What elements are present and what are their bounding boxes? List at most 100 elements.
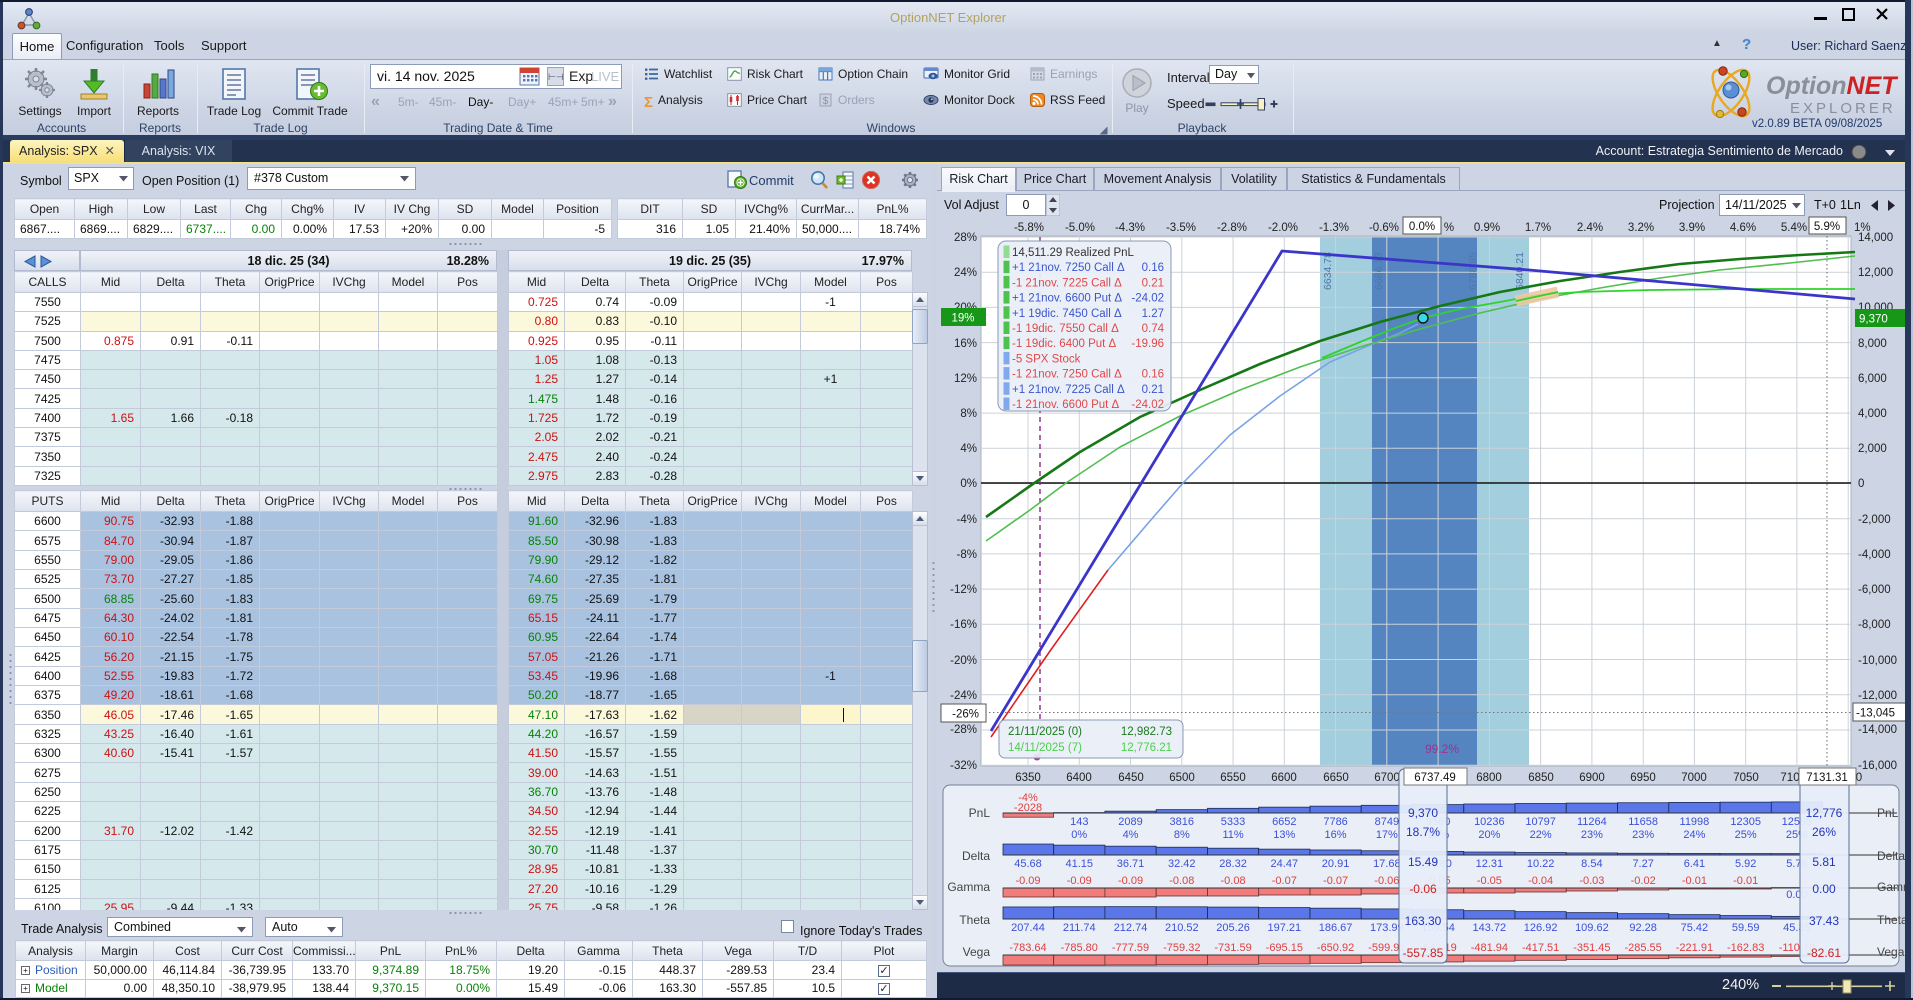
svg-text:205.26: 205.26 [1216, 922, 1250, 934]
svg-text:-2028: -2028 [1014, 802, 1042, 814]
svg-text:5333: 5333 [1221, 816, 1245, 828]
svg-text:5.92: 5.92 [1735, 858, 1756, 870]
svg-text:1.7%: 1.7% [1525, 222, 1551, 234]
svg-text:4%: 4% [960, 443, 977, 455]
svg-text:109.62: 109.62 [1575, 922, 1609, 934]
svg-text:11264: 11264 [1577, 816, 1607, 828]
svg-text:Theta: Theta [1877, 913, 1908, 927]
svg-text:6650: 6650 [1323, 772, 1349, 784]
svg-text:-32%: -32% [950, 760, 977, 772]
svg-text:24%: 24% [954, 267, 977, 279]
svg-text:-19.96: -19.96 [1131, 338, 1164, 350]
svg-text:-20%: -20% [950, 655, 977, 667]
svg-text:19%: 19% [951, 313, 974, 325]
svg-text:0.16: 0.16 [1142, 369, 1164, 381]
svg-text:-13,045: -13,045 [1856, 708, 1895, 720]
svg-text:Gamma: Gamma [947, 880, 990, 894]
svg-text:-6,000: -6,000 [1858, 584, 1891, 596]
svg-text:3.9%: 3.9% [1679, 222, 1705, 234]
svg-text:-0.05: -0.05 [1477, 875, 1502, 887]
svg-text:14/11/2025 (7): 14/11/2025 (7) [1008, 742, 1082, 754]
svg-text:0.21: 0.21 [1142, 277, 1164, 289]
svg-text:-0.09: -0.09 [1118, 875, 1143, 887]
svg-text:13%: 13% [1273, 829, 1295, 841]
svg-text:6550: 6550 [1220, 772, 1246, 784]
svg-text:6634.78: 6634.78 [1322, 252, 1334, 290]
svg-text:17%: 17% [1376, 829, 1398, 841]
svg-text:6500: 6500 [1169, 772, 1195, 784]
svg-text:17.68: 17.68 [1373, 858, 1401, 870]
svg-text:-695.15: -695.15 [1266, 942, 1303, 954]
svg-text:16%: 16% [1325, 829, 1347, 841]
svg-text:20%: 20% [1478, 829, 1500, 841]
svg-text:3.2%: 3.2% [1628, 222, 1654, 234]
svg-text:12305: 12305 [1730, 816, 1761, 828]
svg-text:92.28: 92.28 [1629, 922, 1657, 934]
svg-text:6350: 6350 [1015, 772, 1041, 784]
svg-text:7050: 7050 [1733, 772, 1759, 784]
svg-text:10.22: 10.22 [1527, 858, 1555, 870]
svg-text:2.4%: 2.4% [1577, 222, 1603, 234]
svg-text:-24.02: -24.02 [1131, 293, 1164, 305]
svg-text:-0.07: -0.07 [1323, 875, 1348, 887]
svg-text:36.71: 36.71 [1117, 858, 1145, 870]
svg-text:-12,000: -12,000 [1858, 690, 1897, 702]
svg-text:25%: 25% [1735, 829, 1757, 841]
svg-text:7131.31: 7131.31 [1806, 772, 1848, 784]
svg-text:0.9%: 0.9% [1474, 222, 1500, 234]
svg-text:1.27: 1.27 [1142, 308, 1164, 320]
svg-text:8%: 8% [1174, 829, 1190, 841]
svg-text:0: 0 [1856, 772, 1862, 784]
svg-text:-1.3%: -1.3% [1319, 222, 1349, 234]
svg-text:-28%: -28% [950, 724, 977, 736]
svg-text:5.81: 5.81 [1812, 855, 1836, 869]
svg-text:15.49: 15.49 [1408, 855, 1438, 869]
svg-text:6600: 6600 [1271, 772, 1297, 784]
svg-text:-1 19dic. 6400 Put Δ: -1 19dic. 6400 Put Δ [1012, 338, 1117, 350]
svg-text:10236: 10236 [1474, 816, 1505, 828]
svg-text:-285.55: -285.55 [1624, 942, 1661, 954]
svg-text:186.67: 186.67 [1319, 922, 1353, 934]
svg-text:10797: 10797 [1525, 816, 1556, 828]
svg-text:20.91: 20.91 [1322, 858, 1350, 870]
svg-text:3816: 3816 [1170, 816, 1194, 828]
svg-text:211.74: 211.74 [1063, 922, 1096, 934]
svg-text:-14,000: -14,000 [1858, 724, 1897, 736]
svg-text:-0.09: -0.09 [1067, 875, 1092, 887]
svg-text:12,982.73: 12,982.73 [1121, 726, 1172, 738]
svg-text:-0.03: -0.03 [1579, 875, 1604, 887]
svg-text:6850: 6850 [1528, 772, 1554, 784]
svg-text:-16%: -16% [950, 619, 977, 631]
svg-text:-0.6%: -0.6% [1369, 222, 1399, 234]
svg-text:126.92: 126.92 [1524, 922, 1558, 934]
svg-text:-0.08: -0.08 [1221, 875, 1246, 887]
svg-text:5.4%: 5.4% [1781, 222, 1807, 234]
svg-text:9,370: 9,370 [1859, 314, 1888, 326]
svg-text:14,000: 14,000 [1858, 232, 1893, 244]
svg-text:6950: 6950 [1630, 772, 1656, 784]
svg-text:2089: 2089 [1118, 816, 1142, 828]
svg-text:4%: 4% [1123, 829, 1139, 841]
svg-text:0.16: 0.16 [1142, 262, 1164, 274]
svg-text:0.74: 0.74 [1142, 323, 1165, 335]
svg-text:143.72: 143.72 [1473, 922, 1507, 934]
svg-text:-777.59: -777.59 [1112, 942, 1149, 954]
svg-text:6450: 6450 [1118, 772, 1144, 784]
svg-text:-731.59: -731.59 [1214, 942, 1251, 954]
svg-text:-26%: -26% [952, 709, 979, 721]
svg-text:Delta: Delta [1877, 849, 1905, 863]
svg-text:PnL: PnL [1877, 806, 1899, 820]
svg-text:21/11/2025 (0): 21/11/2025 (0) [1008, 726, 1082, 738]
svg-text:143: 143 [1070, 816, 1088, 828]
svg-text:-0.06: -0.06 [1374, 875, 1399, 887]
svg-text:Vega: Vega [963, 945, 991, 959]
svg-text:6800: 6800 [1476, 772, 1502, 784]
svg-text:6788.85: 6788.85 [1467, 252, 1479, 290]
svg-text:-351.45: -351.45 [1573, 942, 1610, 954]
svg-text:Vega: Vega [1877, 945, 1905, 959]
svg-text:-2.8%: -2.8% [1217, 222, 1247, 234]
svg-text:-481.94: -481.94 [1471, 942, 1508, 954]
svg-text:22%: 22% [1530, 829, 1552, 841]
svg-text:Theta: Theta [959, 913, 990, 927]
svg-text:37.43: 37.43 [1809, 914, 1839, 928]
